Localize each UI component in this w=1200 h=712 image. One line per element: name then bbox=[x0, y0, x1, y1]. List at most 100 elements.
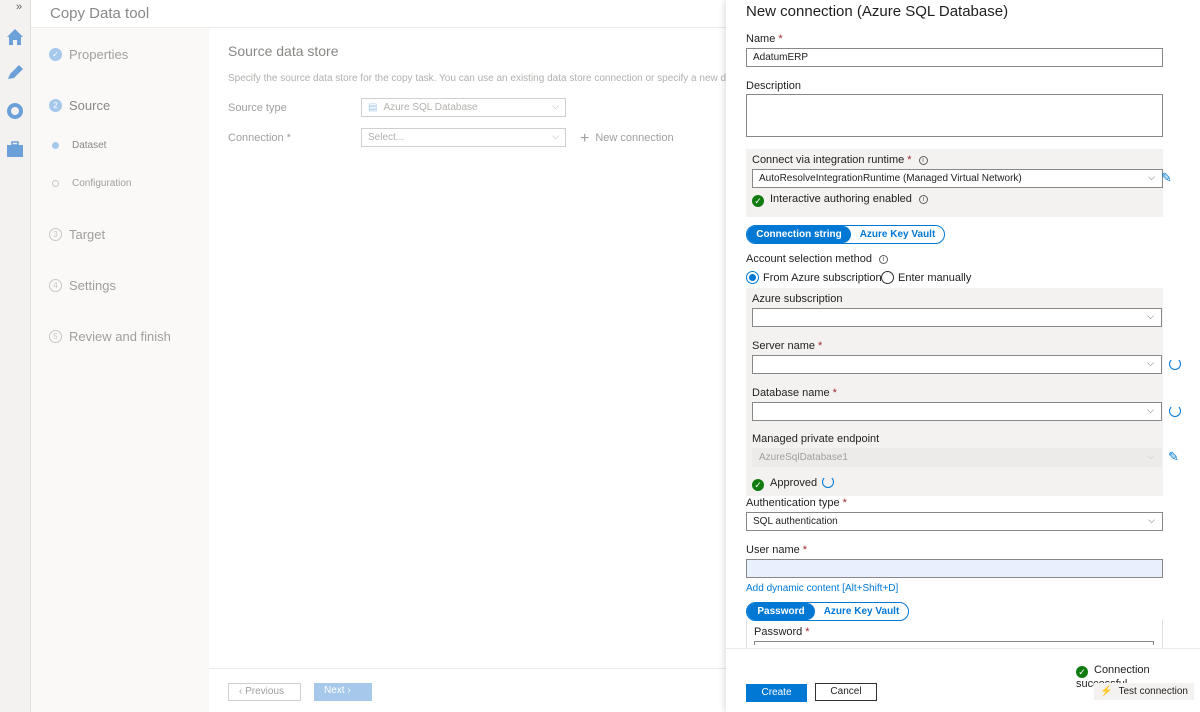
substep-dot-icon bbox=[52, 142, 59, 149]
required-marker: * bbox=[802, 544, 808, 556]
runtime-select[interactable]: AutoResolveIntegrationRuntime (Managed V… bbox=[752, 169, 1163, 188]
auth-type-select[interactable]: SQL authentication ⌵ bbox=[746, 512, 1163, 531]
info-icon[interactable]: i bbox=[878, 255, 888, 264]
tab-azure-key-vault[interactable]: Azure Key Vault bbox=[851, 226, 944, 243]
expand-icon[interactable]: » bbox=[16, 1, 22, 13]
required-marker: * bbox=[778, 33, 783, 45]
subscription-select[interactable]: ⌵ bbox=[752, 308, 1162, 327]
step-source[interactable]: 2 Source bbox=[49, 98, 110, 113]
chevron-down-icon: ⌵ bbox=[1147, 358, 1154, 368]
database-icon: ▤ bbox=[368, 102, 378, 113]
database-label: Database name * bbox=[752, 387, 837, 399]
app-title: Copy Data tool bbox=[50, 5, 150, 22]
step-label: Settings bbox=[69, 278, 116, 293]
database-select[interactable]: ⌵ bbox=[752, 402, 1162, 421]
step-number: 4 bbox=[49, 279, 62, 292]
info-icon[interactable]: i bbox=[918, 195, 928, 204]
account-selection-label-text: Account selection method bbox=[746, 253, 872, 265]
substep-dot-icon bbox=[52, 180, 59, 187]
create-button[interactable]: Create bbox=[746, 684, 807, 702]
required-marker: * bbox=[805, 626, 810, 638]
step-number: 5 bbox=[49, 330, 62, 343]
name-label: Name * bbox=[746, 33, 783, 45]
account-selection-label: Account selection method i bbox=[746, 253, 888, 265]
author-pencil-icon[interactable] bbox=[4, 62, 26, 84]
home-icon[interactable] bbox=[4, 26, 26, 48]
name-label-text: Name bbox=[746, 33, 776, 45]
copy-data-tool-background: Copy Data tool ✓ Properties 2 Source Dat… bbox=[31, 0, 726, 712]
wizard-steps: ✓ Properties 2 Source Dataset Configurat… bbox=[31, 28, 209, 712]
tab-password-key-vault[interactable]: Azure Key Vault bbox=[815, 603, 908, 620]
substep-configuration[interactable]: Configuration bbox=[52, 178, 131, 189]
new-connection-panel: New connection (Azure SQL Database) Name… bbox=[726, 0, 1200, 712]
manage-toolbox-icon[interactable] bbox=[4, 138, 26, 160]
connection-label: Connection * bbox=[228, 132, 291, 144]
refresh-icon[interactable] bbox=[1169, 405, 1181, 417]
edit-pencil-icon[interactable]: ✎ bbox=[1168, 449, 1179, 465]
radio-enter-manually[interactable]: Enter manually bbox=[881, 271, 971, 284]
plug-icon: ⚡ bbox=[1100, 686, 1113, 697]
previous-button[interactable]: ‹ Previous bbox=[228, 683, 301, 701]
check-circle-icon: ✓ bbox=[1076, 666, 1088, 678]
substep-label: Configuration bbox=[72, 178, 132, 189]
runtime-value: AutoResolveIntegrationRuntime (Managed V… bbox=[759, 173, 1022, 184]
plus-icon: + bbox=[580, 130, 590, 147]
test-connection-button[interactable]: ⚡ Test connection bbox=[1094, 683, 1194, 700]
section-title: Source data store bbox=[228, 43, 339, 59]
check-circle-icon: ✓ bbox=[752, 195, 764, 207]
edit-pencil-icon[interactable]: ✎ bbox=[1161, 170, 1172, 186]
step-label: Review and finish bbox=[69, 329, 171, 344]
chevron-down-icon: ⌵ bbox=[1147, 451, 1154, 461]
source-type-select[interactable]: ▤ Azure SQL Database ⌵ bbox=[361, 98, 566, 117]
check-circle-icon: ✓ bbox=[752, 479, 764, 491]
connection-label-text: Connection bbox=[228, 132, 284, 144]
connection-select[interactable]: Select... ⌵ bbox=[361, 128, 566, 147]
step-number: 3 bbox=[49, 228, 62, 241]
left-nav-rail: » bbox=[0, 0, 31, 712]
step-label: Target bbox=[69, 227, 106, 242]
source-type-value: Azure SQL Database bbox=[383, 102, 478, 113]
description-textarea[interactable] bbox=[746, 94, 1163, 137]
refresh-icon[interactable] bbox=[1169, 358, 1181, 370]
refresh-icon[interactable] bbox=[822, 476, 834, 488]
step-properties[interactable]: ✓ Properties bbox=[49, 47, 128, 62]
monitor-icon[interactable] bbox=[4, 100, 26, 122]
interactive-authoring-text: Interactive authoring enabled bbox=[770, 193, 912, 205]
password-input[interactable] bbox=[754, 641, 1154, 645]
name-input[interactable]: AdatumERP bbox=[746, 48, 1163, 67]
radio-unselected-icon bbox=[881, 271, 894, 284]
step-label: Properties bbox=[69, 47, 129, 62]
tab-connection-string[interactable]: Connection string bbox=[747, 226, 851, 243]
required-marker: * bbox=[817, 340, 823, 352]
chevron-down-icon: ⌵ bbox=[1148, 515, 1155, 525]
password-mode-toggle: Password Azure Key Vault bbox=[746, 602, 909, 621]
private-endpoint-value: AzureSqlDatabase1 bbox=[759, 452, 848, 463]
next-button[interactable]: Next › bbox=[314, 683, 372, 701]
substep-dataset[interactable]: Dataset bbox=[52, 140, 106, 151]
radio-selected-icon bbox=[746, 271, 759, 284]
step-settings[interactable]: 4 Settings bbox=[49, 278, 116, 293]
runtime-label: Connect via integration runtime * i bbox=[752, 154, 928, 166]
cancel-button[interactable]: Cancel bbox=[815, 683, 877, 701]
step-label: Source bbox=[69, 98, 111, 113]
step-review-and-finish[interactable]: 5 Review and finish bbox=[49, 329, 171, 344]
info-icon[interactable]: i bbox=[918, 156, 928, 165]
approved-status: ✓ Approved bbox=[752, 477, 817, 491]
radio-from-subscription[interactable]: From Azure subscription bbox=[746, 271, 882, 284]
new-connection-link[interactable]: + New connection bbox=[580, 130, 674, 148]
auth-type-label-text: Authentication type bbox=[746, 497, 840, 509]
connection-mode-toggle: Connection string Azure Key Vault bbox=[746, 225, 945, 244]
chevron-down-icon: ⌵ bbox=[1147, 311, 1154, 321]
username-label: User name * bbox=[746, 544, 807, 556]
add-dynamic-content-link[interactable]: Add dynamic content [Alt+Shift+D] bbox=[746, 583, 898, 594]
section-description: Specify the source data store for the co… bbox=[228, 73, 726, 84]
tab-password[interactable]: Password bbox=[747, 603, 815, 620]
new-connection-label: New connection bbox=[595, 132, 674, 144]
step-target[interactable]: 3 Target bbox=[49, 227, 105, 242]
server-label: Server name * bbox=[752, 340, 822, 352]
required-marker: * bbox=[286, 132, 291, 144]
auth-type-label: Authentication type * bbox=[746, 497, 847, 509]
server-select[interactable]: ⌵ bbox=[752, 355, 1162, 374]
username-input[interactable] bbox=[746, 559, 1163, 578]
server-label-text: Server name bbox=[752, 340, 815, 352]
